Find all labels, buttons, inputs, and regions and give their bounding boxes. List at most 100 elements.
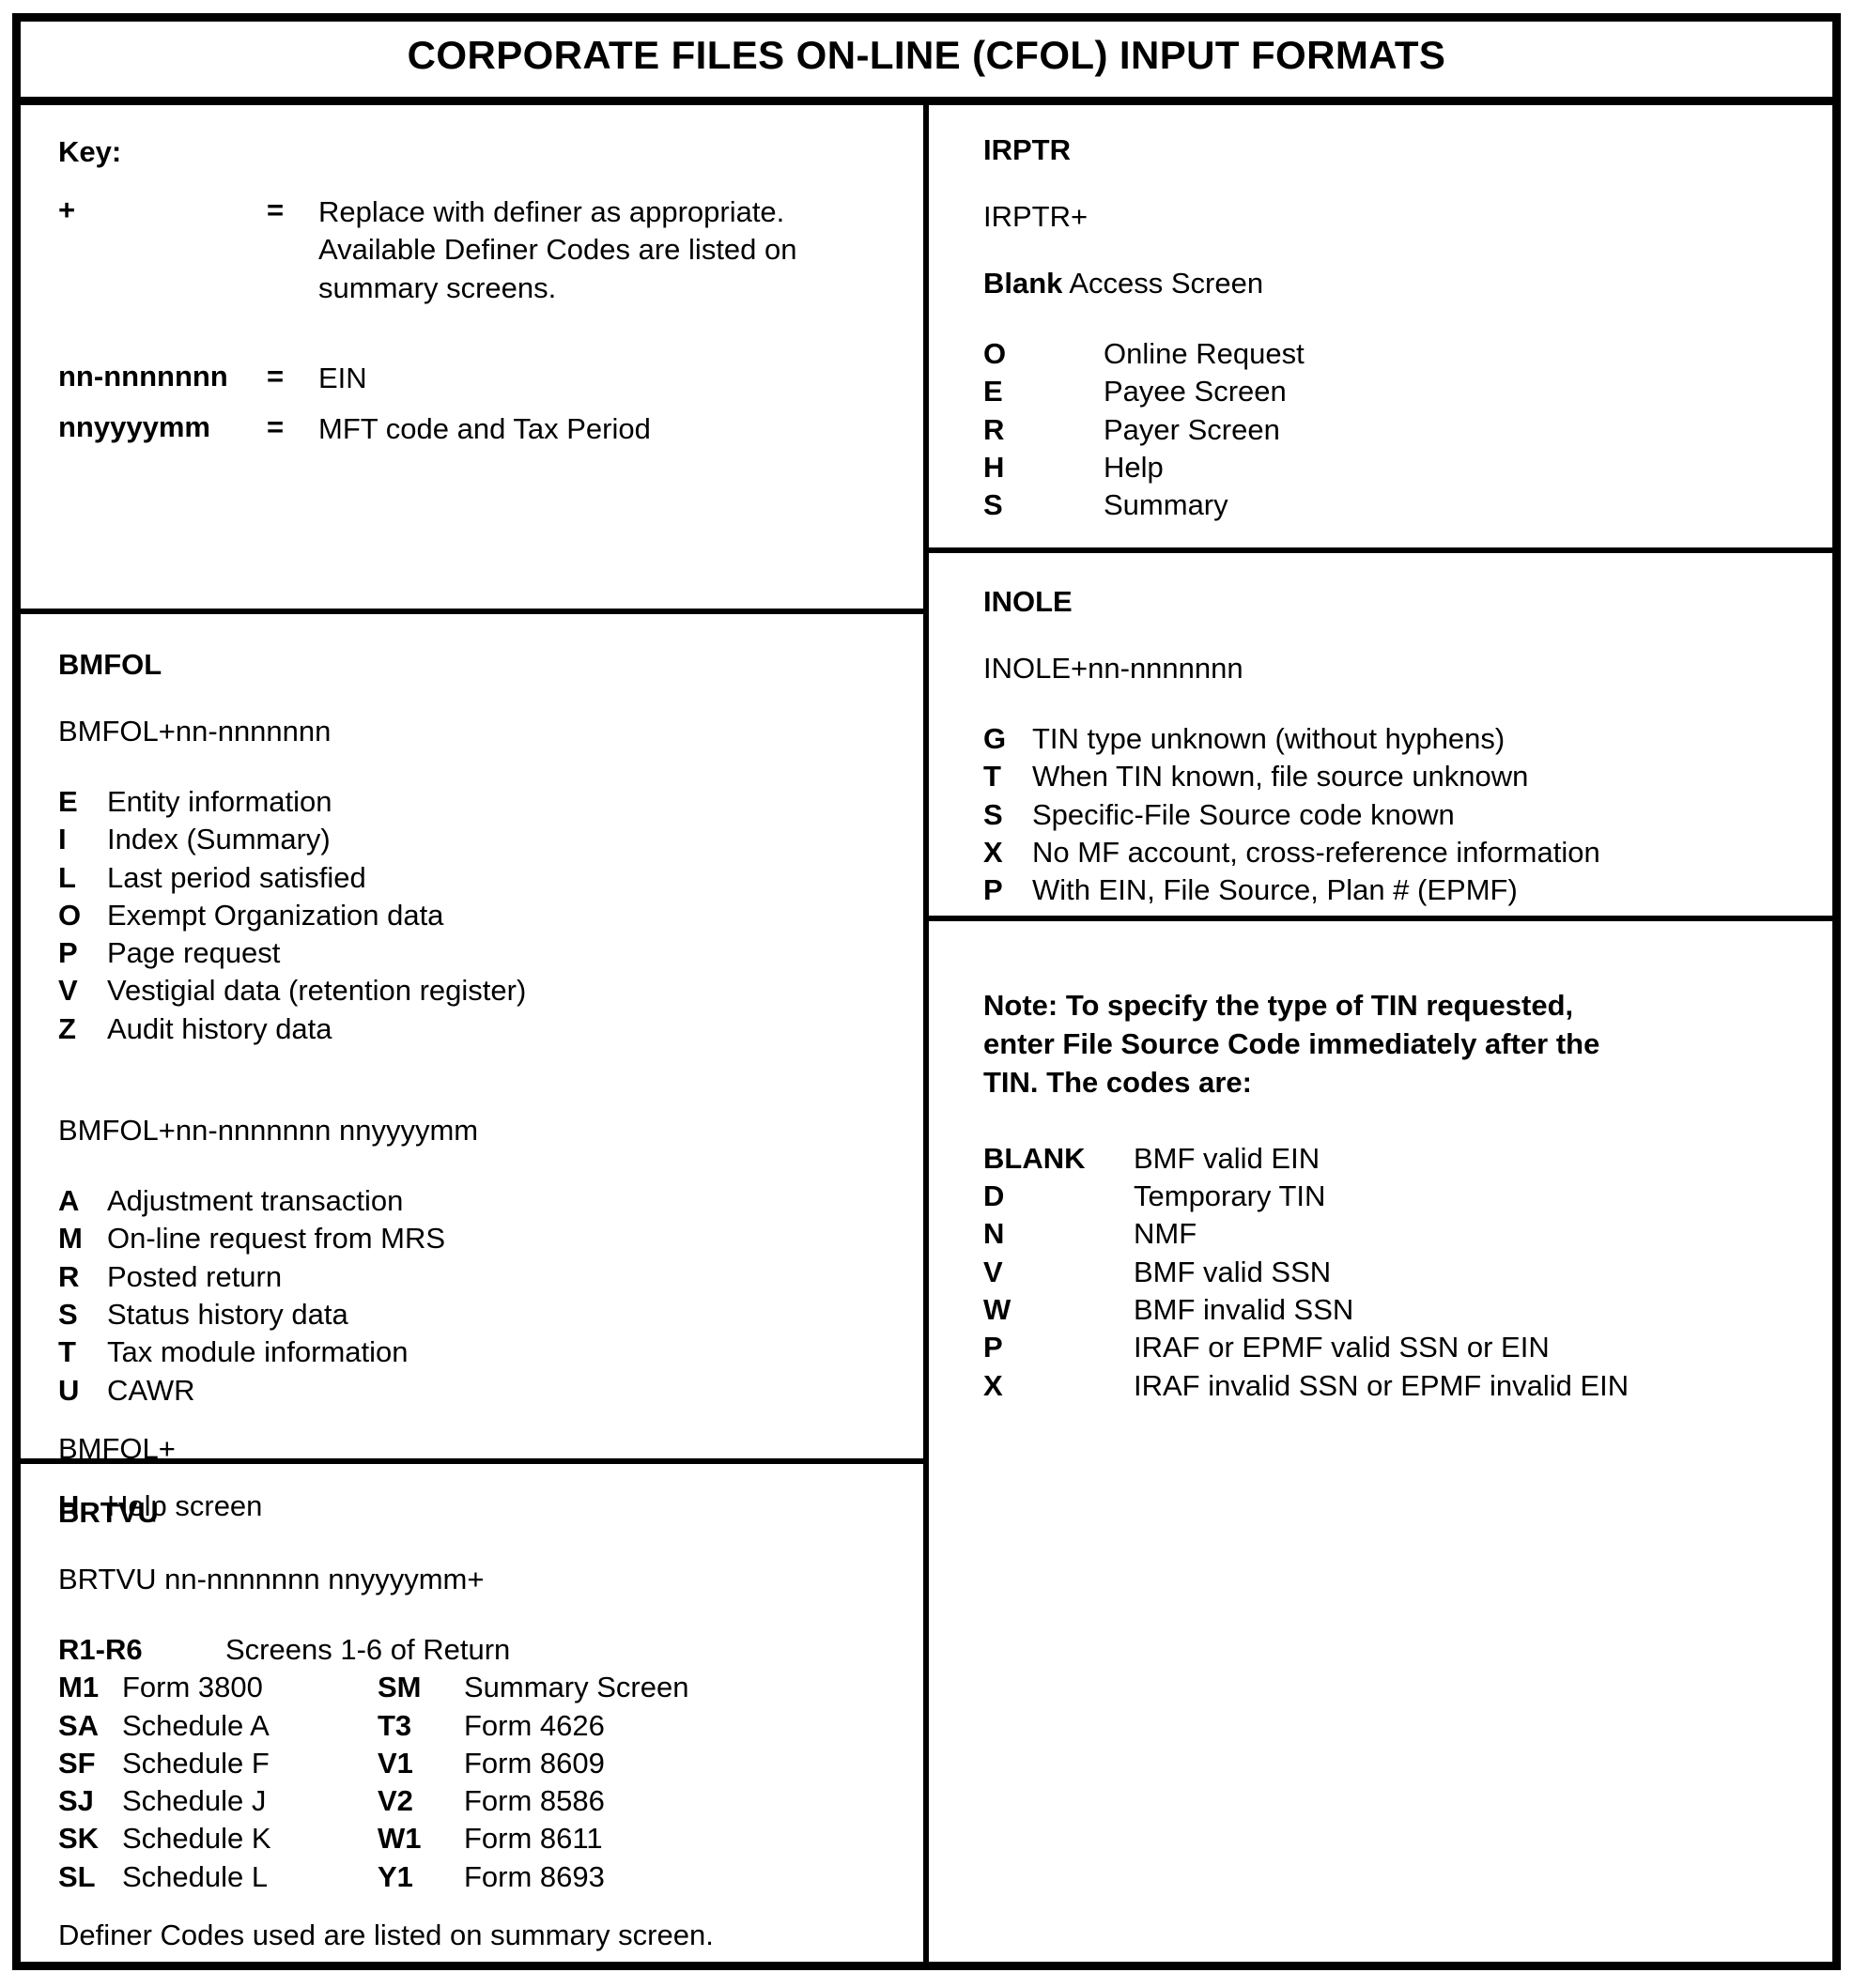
code-letter: SL [58,1859,96,1893]
code-description: Vestigial data (retention register) [107,974,527,1008]
list-item: N NMF [983,1215,1832,1253]
key-panel: Key: + = Replace with definer as appropr… [21,105,923,448]
code-description: IRAF or EPMF valid SSN or EIN [1134,1331,1550,1364]
code-letter: P [983,1331,1003,1364]
list-item: I Index (Summary) [58,821,923,858]
code-description: On-line request from MRS [107,1222,446,1256]
list-item: P Page request [58,934,923,972]
code-description: Form 8609 [464,1746,605,1780]
list-item: T Tax module information [58,1333,923,1371]
code-letter: T [983,760,1001,794]
list-item: W BMF invalid SSN [983,1291,1832,1329]
code-letter: D [983,1179,1005,1213]
code-letter: W [983,1292,1011,1326]
code-description: Page request [107,936,281,970]
code-description: BMF invalid SSN [1134,1292,1354,1326]
key-row-mft: nnyyyymm = MFT code and Tax Period [58,410,923,448]
code-description: Form 4626 [464,1708,605,1742]
list-item: Z Audit history data [58,1010,923,1048]
table-row: SF Schedule F V1 Form 8609 [58,1745,923,1782]
list-item: O Exempt Organization data [58,897,923,934]
code-letter: BLANK [983,1141,1086,1175]
code-letter: W1 [378,1822,422,1856]
code-letter: S [983,797,1003,831]
code-description: Help [1104,450,1164,484]
note-text: Note: To specify the type of TIN request… [983,989,1600,1099]
list-item: D Temporary TIN [983,1178,1832,1215]
list-item: P IRAF or EPMF valid SSN or EIN [983,1329,1832,1366]
key-symbol: nnyyyymm [58,410,210,444]
key-equals: = [267,410,285,444]
code-description: Audit history data [107,1011,332,1045]
code-letter: M1 [58,1671,100,1704]
key-equals: = [267,359,285,393]
code-letter: O [58,898,82,932]
key-symbol: nn-nnnnnnn [58,359,228,393]
key-definition: MFT code and Tax Period [318,412,651,446]
list-item: R1-R6 Screens 1-6 of Return [58,1631,923,1669]
irptr-panel: IRPTR IRPTR+ Blank Access Screen O Onlin… [929,105,1832,524]
code-letter: P [58,936,78,970]
brtvu-panel: BRTVU BRTVU nn-nnnnnnn nnyyyymm+ R1-R6 S… [21,1464,923,1949]
code-letter: H [983,450,1005,484]
code-description: Summary Screen [464,1671,689,1704]
code-description: BMF valid EIN [1134,1141,1320,1175]
code-description: Schedule K [122,1822,271,1856]
code-letter: E [983,375,1003,408]
key-row-plus: + = Replace with definer as appropriate.… [58,193,923,307]
key-heading: Key: [58,135,122,168]
table-row: M1 Form 3800 SM Summary Screen [58,1669,923,1706]
code-letter: R [58,1259,80,1293]
code-letter: SK [58,1822,100,1856]
code-description: Form 3800 [122,1671,263,1704]
bmfol-format-3: BMFOL+ [58,1431,176,1465]
code-description: IRAF invalid SSN or EPMF invalid EIN [1134,1368,1629,1402]
inole-panel: INOLE INOLE+nn-nnnnnnn G TIN type unknow… [929,553,1832,909]
code-description: NMF [1134,1217,1197,1251]
code-description: Last period satisfied [107,860,366,894]
code-letter: V2 [378,1784,413,1818]
bmfol-panel: BMFOL BMFOL+nn-nnnnnnn E Entity informat… [21,614,923,1525]
list-item: L Last period satisfied [58,859,923,897]
list-item: M On-line request from MRS [58,1220,923,1257]
code-description: Temporary TIN [1134,1179,1326,1213]
code-letter: V1 [378,1746,413,1780]
code-description: Adjustment transaction [107,1184,404,1218]
table-row: SL Schedule L Y1 Form 8693 [58,1858,923,1896]
code-letter: U [58,1373,80,1407]
table-row: SA Schedule A T3 Form 4626 [58,1707,923,1745]
code-description: When TIN known, file source unknown [1032,760,1529,794]
code-letter: R1-R6 [58,1633,143,1666]
code-description: Form 8693 [464,1859,605,1893]
list-item: P With EIN, File Source, Plan # (EPMF) [983,871,1832,909]
code-letter: SJ [58,1784,94,1818]
irptr-format: IRPTR+ [983,200,1089,233]
code-letter: P [983,873,1003,907]
list-item: H Help [983,449,1832,486]
list-item: A Adjustment transaction [58,1182,923,1220]
bmfol-format-1: BMFOL+nn-nnnnnnn [58,715,332,747]
list-item: S Summary [983,486,1832,524]
code-letter: S [58,1297,78,1331]
irptr-heading: IRPTR [983,133,1071,166]
code-description: Online Request [1104,337,1305,370]
code-description: Status history data [107,1297,348,1331]
page-title: CORPORATE FILES ON-LINE (CFOL) INPUT FOR… [407,32,1446,77]
list-item: U CAWR [58,1372,923,1410]
code-letter: X [983,835,1003,869]
code-description: Schedule L [122,1859,269,1893]
list-item: R Payer Screen [983,411,1832,449]
code-description: Payee Screen [1104,375,1287,408]
code-letter: Y1 [378,1859,413,1893]
code-letter: SM [378,1671,422,1704]
code-letter: SF [58,1746,96,1780]
list-item: S Status history data [58,1296,923,1333]
code-description: CAWR [107,1373,195,1407]
key-equals: = [267,193,285,226]
code-description: Tax module information [107,1335,409,1369]
list-item: E Entity information [58,783,923,821]
code-description: Entity information [107,785,332,818]
code-letter: S [983,488,1003,522]
code-letter: A [58,1184,80,1218]
code-letter: N [983,1217,1005,1251]
